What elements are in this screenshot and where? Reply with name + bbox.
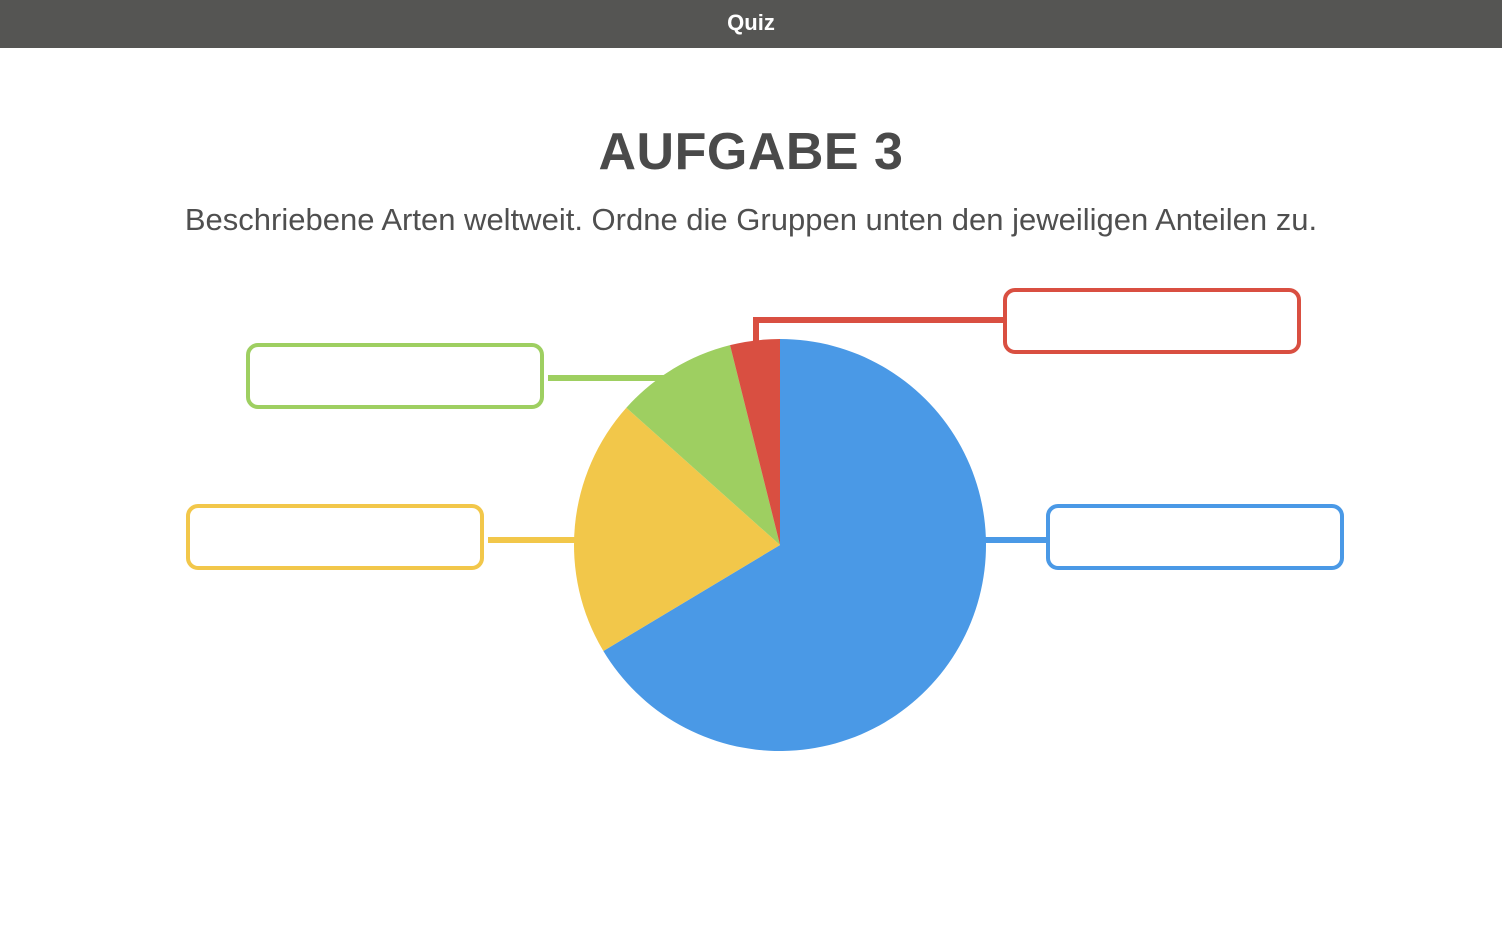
pie-chart <box>488 317 1048 751</box>
pie-slices <box>574 338 986 751</box>
drop-zone-yellow[interactable] <box>186 504 484 570</box>
drop-zone-green[interactable] <box>246 343 544 409</box>
drop-zone-blue[interactable] <box>1046 504 1344 570</box>
drop-zone-red[interactable] <box>1003 288 1301 354</box>
